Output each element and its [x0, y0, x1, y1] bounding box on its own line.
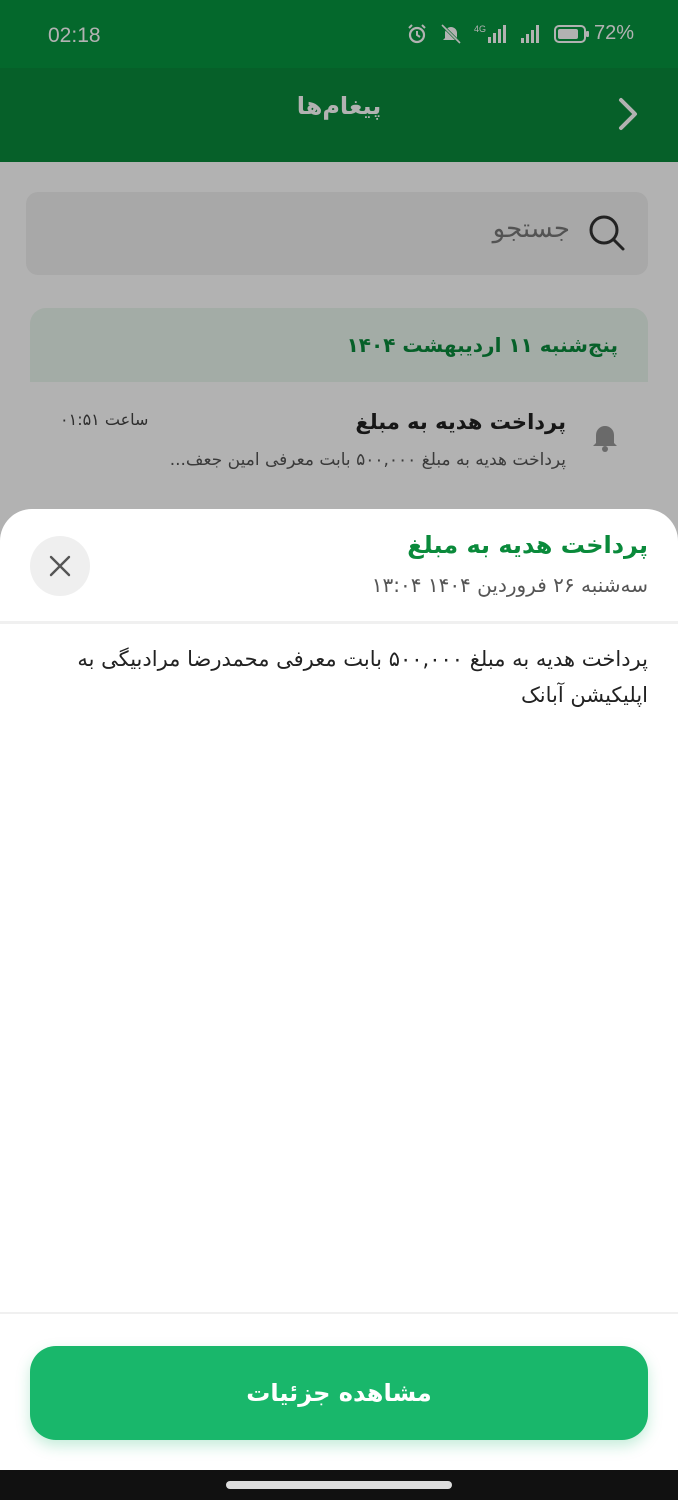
close-button[interactable]	[30, 536, 90, 596]
divider	[0, 1312, 678, 1314]
sheet-body: پرداخت هدیه به مبلغ ۵۰۰,۰۰۰ بابت معرفی م…	[77, 647, 648, 707]
close-icon	[49, 555, 71, 577]
home-indicator[interactable]	[226, 1481, 452, 1489]
view-details-label: مشاهده جزئیات	[246, 1379, 432, 1407]
divider	[0, 621, 678, 624]
view-details-button[interactable]: مشاهده جزئیات	[30, 1346, 648, 1440]
sheet-title: پرداخت هدیه به مبلغ	[407, 531, 648, 559]
system-nav-bar	[0, 1470, 678, 1500]
message-detail-sheet: پرداخت هدیه به مبلغ سه‌شنبه ۲۶ فروردین ۱…	[0, 509, 678, 1470]
sheet-date: سه‌شنبه ۲۶ فروردین ۱۴۰۴ ۱۳:۰۴	[371, 573, 648, 597]
